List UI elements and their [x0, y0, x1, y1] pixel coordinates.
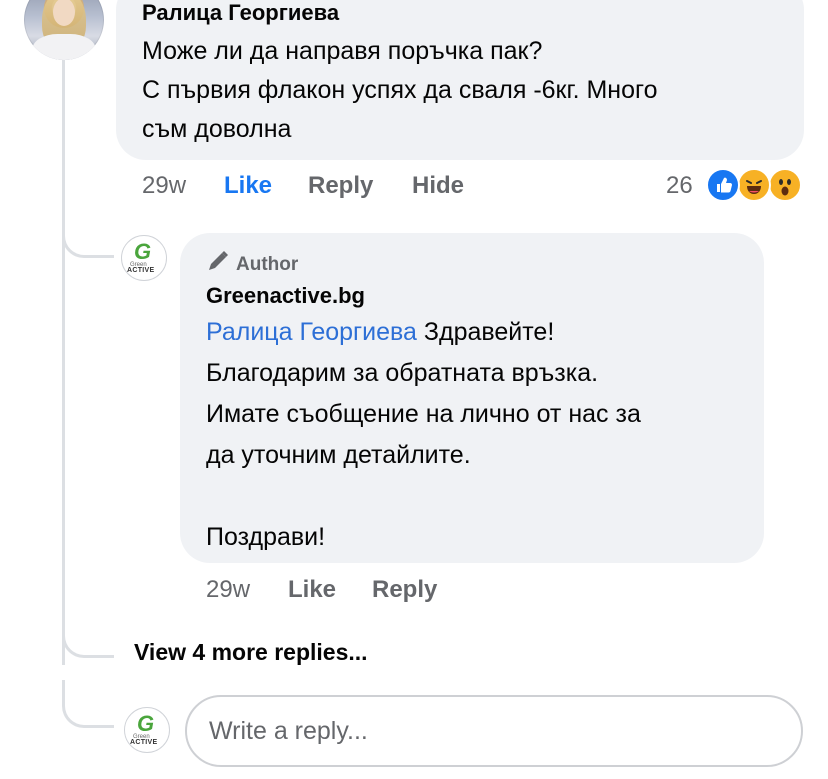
page-logo-avatar[interactable]: G Green ACTIVE — [121, 235, 167, 281]
hide-button[interactable]: Hide — [412, 172, 464, 200]
write-reply-placeholder: Write a reply... — [209, 717, 368, 745]
comment-text-line: Може ли да направя поръчка пак? — [142, 37, 543, 65]
avatar-body — [32, 34, 96, 60]
reply-button[interactable]: Reply — [308, 172, 373, 200]
comment-text: Може ли да направя поръчка пак? С първия… — [142, 32, 792, 149]
author-badge: Author — [206, 249, 298, 276]
reply-text-line: да уточним детайлите. — [206, 441, 471, 469]
reply-like-button[interactable]: Like — [288, 576, 336, 604]
reply-text-line: Благодарим за обратната връзка. — [206, 359, 599, 387]
page-logo-avatar[interactable]: G Green ACTIVE — [124, 707, 170, 753]
like-icon[interactable] — [706, 168, 740, 202]
reaction-count[interactable]: 26 — [666, 172, 693, 200]
avatar[interactable] — [24, 0, 104, 60]
reply-text-line — [206, 476, 641, 517]
reply-timestamp[interactable]: 29w — [206, 576, 250, 604]
reply-reply-button[interactable]: Reply — [372, 576, 437, 604]
logo-active-text: ACTIVE — [127, 267, 155, 274]
like-button[interactable]: Like — [224, 172, 272, 200]
reply-text-line: Поздрави! — [206, 523, 326, 551]
reply-text-line: Имате съобщение на лично от нас за — [206, 400, 641, 428]
thread-connector-view-more — [62, 610, 114, 658]
mention-link[interactable]: Ралица Георгиева — [206, 318, 417, 346]
comment-timestamp[interactable]: 29w — [142, 172, 186, 200]
thread-line — [62, 60, 65, 665]
reply-text: Ралица Георгиева Здравейте! Благодарим з… — [206, 312, 641, 558]
write-reply-input[interactable]: Write a reply... — [185, 695, 803, 767]
view-more-replies[interactable]: View 4 more replies... — [134, 639, 368, 666]
pen-icon — [209, 251, 228, 270]
wow-icon[interactable] — [768, 168, 802, 202]
reply-text-first-line: Здравейте! — [416, 318, 555, 346]
comment-author-name[interactable]: Ралица Георгиева — [142, 0, 339, 26]
thread-connector-reply — [62, 210, 114, 258]
thread-connector-write — [62, 680, 114, 728]
haha-icon[interactable] — [737, 168, 771, 202]
comment-text-line: съм доволна — [142, 115, 292, 143]
author-badge-label: Author — [236, 254, 299, 275]
reply-author-name[interactable]: Greenactive.bg — [206, 283, 365, 309]
logo-active-text: ACTIVE — [130, 739, 158, 746]
comment-text-line: С първия флакон успях да сваля -6кг. Мно… — [142, 76, 658, 104]
